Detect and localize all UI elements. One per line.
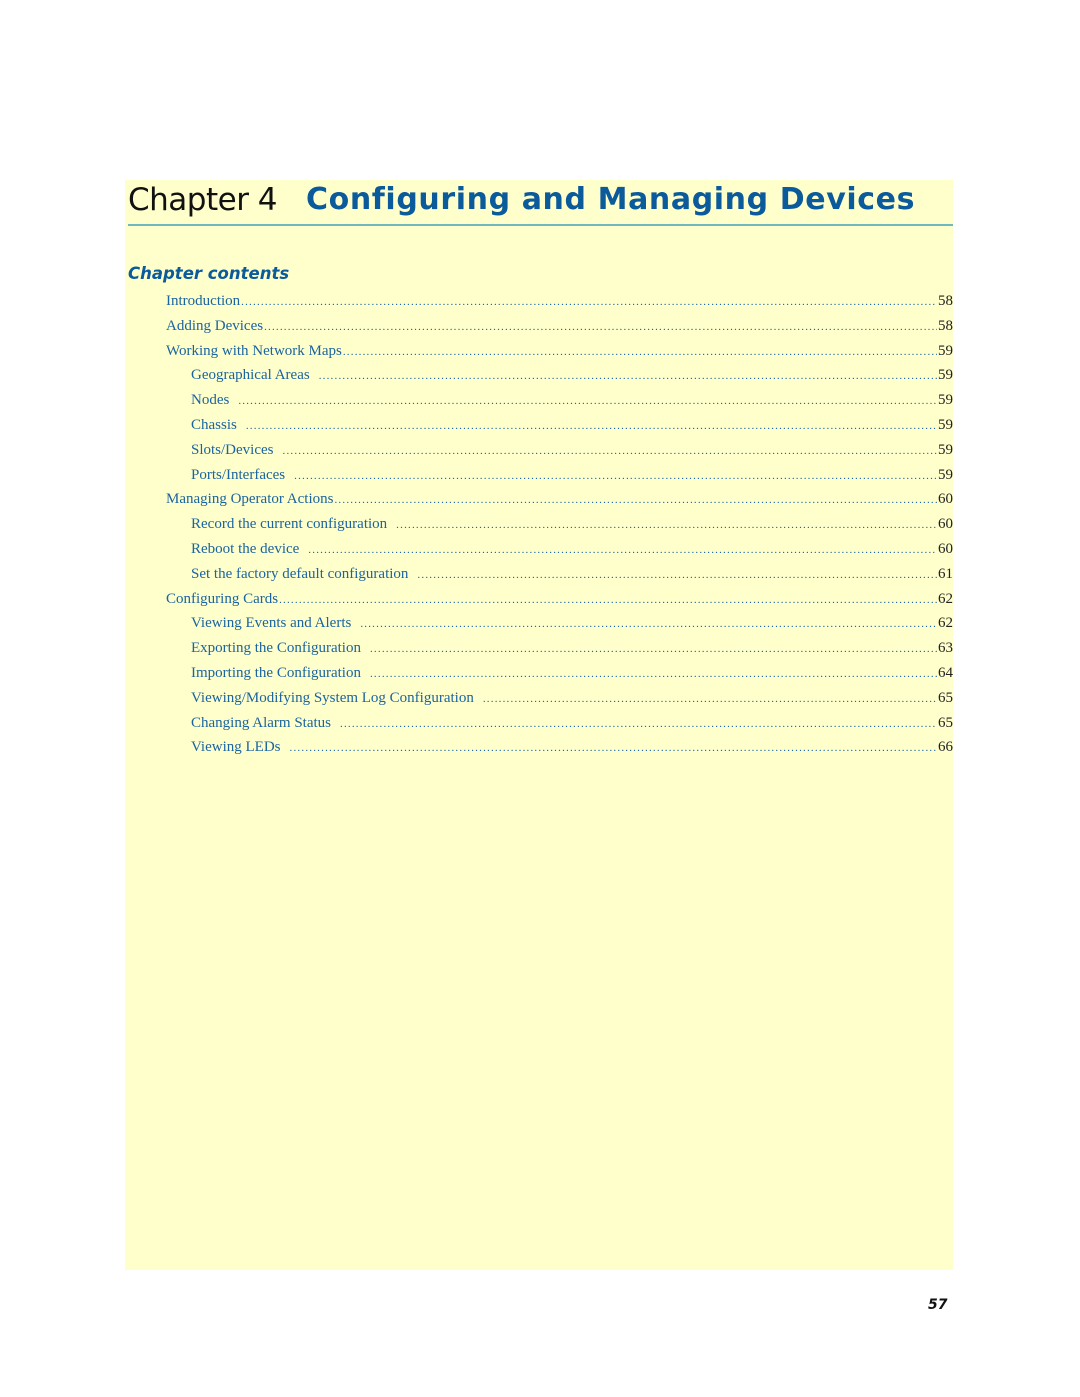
toc-entry-page: 60 (938, 516, 953, 533)
toc-leader-dots (264, 321, 937, 333)
toc-entry-title: Reboot the device (191, 540, 300, 557)
toc-entry-title: Set the factory default configuration (191, 565, 409, 582)
toc-entry[interactable]: Ports/Interfaces 59 (166, 467, 953, 492)
toc-leader-dots (308, 544, 937, 556)
toc-entry[interactable]: Chassis 59 (166, 417, 953, 442)
chapter-contents-heading: Chapter contents (128, 264, 290, 283)
toc-entry-page: 58 (938, 293, 953, 309)
toc-entry[interactable]: Working with Network Maps 59 (166, 343, 953, 368)
chapter-heading: Chapter 4 Configuring and Managing Devic… (128, 182, 950, 222)
toc-entry-page: 61 (938, 565, 953, 582)
toc-entry[interactable]: Configuring Cards 62 (166, 591, 953, 616)
toc-entry[interactable]: Managing Operator Actions 60 (166, 491, 953, 516)
toc-entry-page: 58 (938, 317, 953, 334)
toc-entry[interactable]: Viewing Events and Alerts 62 (166, 615, 953, 640)
toc-entry-title: Viewing Events and Alerts (191, 615, 352, 632)
toc-leader-dots (334, 494, 937, 506)
toc-leader-dots (343, 346, 937, 358)
toc-leader-dots (370, 643, 937, 655)
toc-entry-title: Working with Network Maps (166, 342, 342, 359)
table-of-contents: Introduction 58 Adding Devices 58 Workin… (166, 293, 953, 764)
toc-entry-title: Slots/Devices (191, 441, 274, 458)
toc-entry-title: Geographical Areas (191, 367, 310, 384)
toc-leader-dots (319, 370, 937, 382)
toc-entry-title: Importing the Configuration (191, 664, 361, 681)
toc-entry-page: 59 (938, 466, 953, 483)
toc-leader-dots (370, 668, 937, 680)
chapter-number-label: Chapter 4 (128, 182, 278, 218)
toc-entry-title: Viewing LEDs (191, 739, 281, 756)
toc-entry[interactable]: Changing Alarm Status 65 (166, 715, 953, 740)
toc-leader-dots (483, 693, 937, 705)
toc-leader-dots (417, 569, 937, 581)
toc-entry-title: Viewing/Modifying System Log Configurati… (191, 689, 474, 706)
toc-leader-dots (360, 618, 937, 630)
toc-entry-title: Adding Devices (166, 317, 264, 334)
toc-entry-page: 63 (938, 640, 953, 657)
toc-entry[interactable]: Reboot the device 60 (166, 541, 953, 566)
toc-entry[interactable]: Set the factory default configuration 61 (166, 566, 953, 591)
toc-entry-page: 64 (938, 664, 953, 681)
toc-entry[interactable]: Nodes 59 (166, 392, 953, 417)
toc-entry-title: Record the current configuration (191, 516, 388, 533)
toc-entry-title: Ports/Interfaces (191, 466, 286, 483)
toc-leader-dots (294, 470, 937, 482)
toc-entry-page: 59 (938, 416, 953, 433)
toc-entry-page: 60 (938, 540, 953, 557)
toc-entry-page: 59 (938, 392, 953, 409)
toc-leader-dots (290, 742, 937, 754)
toc-entry-page: 62 (938, 615, 953, 632)
toc-entry-title: Changing Alarm Status (191, 714, 331, 731)
toc-entry[interactable]: Adding Devices 58 (166, 318, 953, 343)
toc-entry[interactable]: Record the current configuration 60 (166, 516, 953, 541)
page-number: 57 (928, 1297, 948, 1313)
chapter-title: Configuring and Managing Devices (306, 182, 916, 217)
toc-leader-dots (283, 445, 938, 457)
toc-leader-dots (279, 594, 937, 606)
toc-entry[interactable]: Viewing/Modifying System Log Configurati… (166, 690, 953, 715)
toc-leader-dots (238, 395, 937, 407)
toc-entry[interactable]: Slots/Devices 59 (166, 442, 953, 467)
toc-entry-page: 65 (938, 689, 953, 706)
toc-entry-title: Nodes (191, 392, 230, 409)
toc-entry[interactable]: Exporting the Configuration 63 (166, 640, 953, 665)
toc-entry[interactable]: Viewing LEDs 66 (166, 739, 953, 764)
toc-leader-dots (241, 296, 937, 308)
toc-entry-title: Managing Operator Actions (166, 491, 334, 508)
toc-entry-page: 62 (938, 590, 953, 607)
toc-entry-page: 66 (938, 739, 953, 756)
toc-entry[interactable]: Introduction 58 (166, 293, 953, 318)
toc-entry-page: 65 (938, 714, 953, 731)
toc-entry-title: Configuring Cards (166, 590, 279, 607)
toc-entry[interactable]: Importing the Configuration 64 (166, 665, 953, 690)
toc-leader-dots (396, 519, 937, 531)
toc-entry-page: 59 (938, 441, 953, 458)
toc-entry-title: Exporting the Configuration (191, 640, 361, 657)
toc-entry-page: 60 (938, 491, 953, 508)
toc-entry[interactable]: Geographical Areas 59 (166, 367, 953, 392)
toc-entry-title: Introduction (166, 293, 241, 309)
toc-entry-title: Chassis (191, 416, 237, 433)
heading-divider (128, 224, 953, 226)
toc-entry-page: 59 (938, 367, 953, 384)
toc-entry-page: 59 (938, 342, 953, 359)
toc-leader-dots (246, 420, 937, 432)
toc-leader-dots (340, 718, 937, 730)
